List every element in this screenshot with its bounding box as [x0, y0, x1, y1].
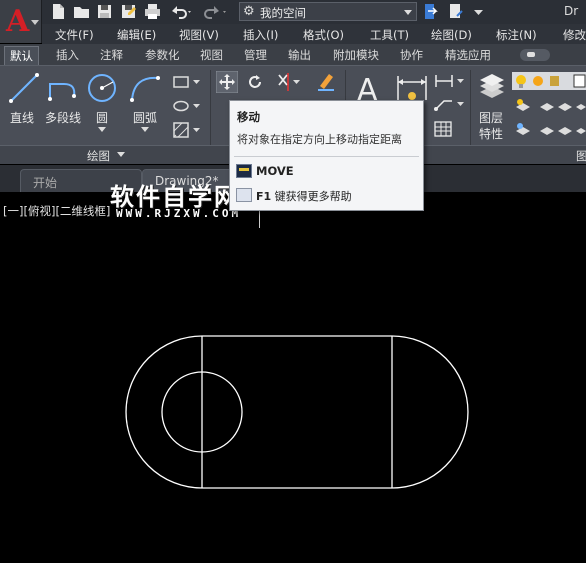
workspace-label: 我的空间 — [260, 6, 306, 20]
help-key: F1 — [256, 190, 272, 203]
table-icon[interactable] — [434, 121, 452, 137]
tab-featured-apps[interactable]: 精选应用 — [445, 47, 491, 63]
menu-modify[interactable]: 修改 — [563, 27, 586, 43]
tab-start-label: 开始 — [33, 176, 58, 190]
watermark-url: WWW.RJZXW.COM — [116, 207, 242, 220]
chevron-down-icon[interactable] — [117, 152, 125, 158]
layer-tools-icon[interactable] — [514, 97, 586, 113]
redo-icon[interactable] — [204, 3, 226, 20]
layer-label-2: 特性 — [479, 127, 504, 141]
title-bar: A ⚙ 我的空间 Dr — [0, 0, 586, 43]
layer-tools-icon[interactable] — [514, 121, 586, 137]
help-text: 键获得更多帮助 — [274, 190, 352, 203]
tab-view[interactable]: 视图 — [200, 47, 223, 63]
menu-file[interactable]: 文件(F) — [55, 27, 94, 43]
tool-arc-label: 圆弧 — [133, 111, 158, 125]
linear-dimension-icon[interactable] — [434, 74, 464, 88]
help-icon — [236, 188, 252, 202]
erase-icon[interactable] — [317, 71, 335, 91]
menu-insert[interactable]: 插入(I) — [243, 27, 278, 43]
tab-default[interactable]: 默认 — [4, 46, 39, 65]
hatch-icon[interactable] — [173, 122, 201, 138]
leader-icon[interactable] — [434, 97, 464, 111]
menu-draw[interactable]: 绘图(D) — [431, 27, 472, 43]
layer-label-1: 图层 — [479, 111, 504, 125]
document-title: Dr — [564, 4, 579, 18]
save-as-icon[interactable] — [120, 3, 137, 20]
new-file-icon[interactable] — [50, 3, 67, 20]
tooltip-help: F1 键获得更多帮助 — [256, 188, 352, 204]
application-menu-button[interactable]: A — [0, 0, 42, 43]
circle-icon[interactable] — [86, 72, 118, 104]
autocad-logo-icon: A — [6, 4, 30, 39]
undo-icon[interactable] — [169, 3, 191, 20]
drawing-geometry[interactable] — [0, 192, 586, 563]
tab-collaborate[interactable]: 协作 — [400, 47, 423, 63]
layer-panel-title[interactable]: 图 — [576, 148, 586, 164]
slot-outline — [125, 335, 469, 489]
tooltip-command: MOVE — [256, 164, 294, 178]
tool-circle-label: 圆 — [96, 111, 109, 125]
chevron-down-icon — [31, 20, 39, 25]
chevron-down-icon[interactable] — [98, 127, 106, 133]
menu-view[interactable]: 视图(V) — [179, 27, 219, 43]
workspace-selector[interactable]: ⚙ 我的空间 — [239, 2, 417, 21]
polyline-icon[interactable] — [46, 72, 80, 104]
ellipse-icon[interactable] — [173, 99, 201, 113]
save-icon[interactable] — [96, 3, 113, 20]
line-icon[interactable] — [8, 72, 40, 104]
tool-polyline-label: 多段线 — [45, 111, 82, 125]
tab-output[interactable]: 输出 — [288, 47, 311, 63]
menu-tools[interactable]: 工具(T) — [370, 27, 409, 43]
gear-icon: ⚙ — [243, 4, 255, 19]
arc-icon[interactable] — [128, 72, 162, 104]
tab-manage[interactable]: 管理 — [244, 47, 267, 63]
layer-control[interactable] — [512, 72, 586, 90]
open-folder-icon[interactable] — [73, 3, 90, 20]
drawing-canvas[interactable]: [一][俯视][二维线框] — [0, 192, 586, 563]
tooltip-description: 将对象在指定方向上移动指定距离 — [237, 133, 402, 146]
tooltip-divider — [234, 156, 419, 157]
chevron-down-icon — [404, 10, 412, 15]
tooltip-title: 移动 — [237, 110, 260, 124]
chevron-down-icon[interactable] — [141, 127, 149, 133]
rectangle-icon[interactable] — [173, 75, 201, 89]
command-line-icon — [236, 164, 252, 178]
layer-properties-icon[interactable] — [476, 72, 508, 102]
tab-parametric[interactable]: 参数化 — [145, 47, 180, 63]
print-icon[interactable] — [144, 3, 161, 20]
share-icon[interactable] — [422, 3, 439, 20]
rotate-icon[interactable] — [246, 73, 264, 91]
menu-edit[interactable]: 编辑(E) — [117, 27, 156, 43]
draw-panel-title[interactable]: 绘图 — [87, 148, 110, 164]
menu-bar: 文件(F) 编辑(E) 视图(V) 插入(I) 格式(O) 工具(T) 绘图(D… — [42, 24, 586, 44]
ribbon-tab-bar: 默认 插入 注释 参数化 视图 管理 输出 附加模块 协作 精选应用 — [0, 44, 586, 66]
move-icon[interactable] — [216, 71, 238, 93]
tab-addins[interactable]: 附加模块 — [333, 47, 379, 63]
quick-access-dropdown-icon[interactable] — [470, 3, 487, 20]
tool-line-label: 直线 — [10, 111, 35, 125]
trim-icon[interactable] — [276, 72, 302, 92]
move-tooltip: 移动 将对象在指定方向上移动指定距离 MOVE F1 键获得更多帮助 — [229, 100, 424, 211]
ribbon-toggle-button[interactable] — [520, 49, 550, 61]
tab-insert[interactable]: 插入 — [56, 47, 79, 63]
menu-format[interactable]: 格式(O) — [303, 27, 344, 43]
export-icon[interactable] — [448, 3, 465, 20]
menu-dimension[interactable]: 标注(N) — [496, 27, 537, 43]
tab-annotate[interactable]: 注释 — [100, 47, 123, 63]
